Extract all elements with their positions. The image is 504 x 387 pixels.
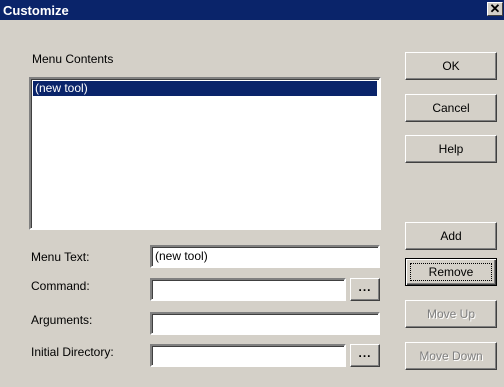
cancel-button[interactable]: Cancel (405, 94, 497, 122)
command-label: Command: (31, 279, 90, 293)
arguments-label: Arguments: (31, 313, 93, 327)
window-title: Customize (3, 3, 69, 18)
menu-text-field[interactable]: (new tool) (150, 245, 380, 268)
menu-contents-label: Menu Contents (32, 52, 114, 66)
ellipsis-icon: ... (358, 346, 372, 360)
focus-ring (410, 263, 492, 281)
move-down-button[interactable]: Move Down (405, 342, 497, 370)
add-button[interactable]: Add (405, 222, 497, 250)
command-field[interactable] (150, 278, 346, 301)
menu-contents-list[interactable]: (new tool) (29, 77, 381, 230)
initial-directory-field[interactable] (150, 344, 346, 367)
arguments-field[interactable] (150, 312, 380, 335)
ellipsis-icon: ... (358, 280, 372, 294)
command-browse-button[interactable]: ... (350, 278, 380, 301)
list-item-selected[interactable]: (new tool) (33, 81, 377, 96)
initial-directory-label: Initial Directory: (31, 345, 114, 359)
title-bar: Customize ✕ (0, 0, 504, 20)
close-button[interactable]: ✕ (487, 2, 503, 16)
move-up-button[interactable]: Move Up (405, 300, 497, 328)
directory-browse-button[interactable]: ... (350, 344, 380, 367)
menu-text-label: Menu Text: (31, 250, 90, 264)
ok-button[interactable]: OK (405, 52, 497, 80)
help-button[interactable]: Help (405, 135, 497, 163)
close-icon: ✕ (489, 1, 501, 16)
remove-button[interactable]: Remove (405, 258, 497, 286)
